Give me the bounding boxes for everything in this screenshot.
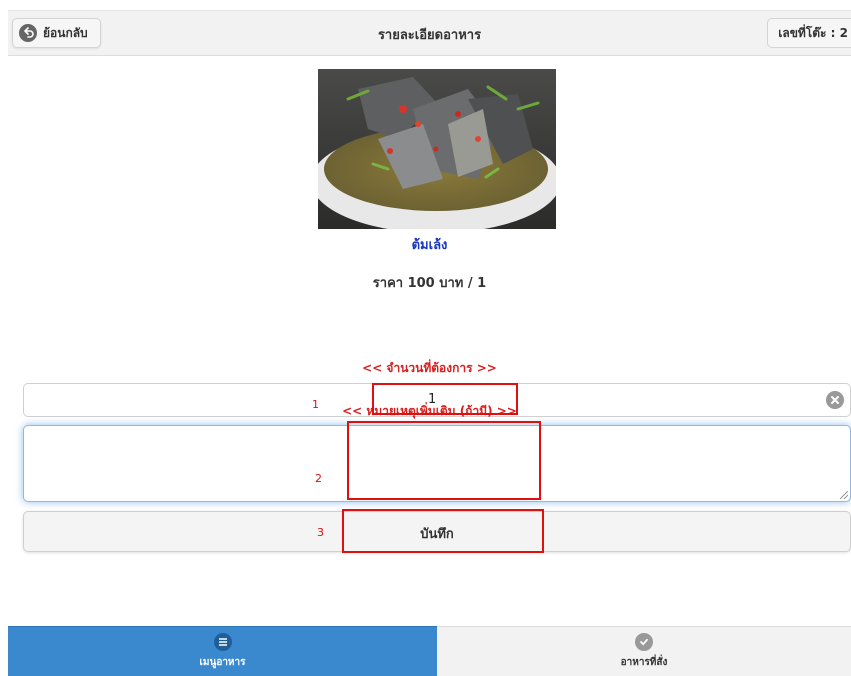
- list-icon: [213, 633, 232, 651]
- header-bar: ย้อนกลับ รายละเอียดอาหาร เลขที่โต๊ะ : 2: [8, 10, 851, 56]
- food-image: [318, 69, 556, 229]
- check-circle-icon: [635, 633, 653, 651]
- tab-orders-label: อาหารที่สั่ง: [620, 657, 668, 668]
- note-label: << หมายเหตุเพิ่มเติม (ถ้ามี) >>: [342, 404, 517, 418]
- callout-number-1: 1: [312, 398, 319, 411]
- food-name: ต้มเล้ง: [411, 238, 448, 253]
- callout-number-2: 2: [315, 472, 322, 485]
- note-textarea[interactable]: [23, 425, 851, 502]
- resize-grip-icon[interactable]: [840, 491, 848, 499]
- tab-menu[interactable]: เมนูอาหาร: [8, 626, 437, 676]
- table-number-label: เลขที่โต๊ะ : 2: [778, 25, 848, 40]
- page: ย้อนกลับ รายละเอียดอาหาร เลขที่โต๊ะ : 2: [8, 0, 851, 676]
- tab-orders[interactable]: อาหารที่สั่ง: [437, 626, 851, 676]
- tab-menu-label: เมนูอาหาร: [199, 657, 246, 668]
- footer-nav: เมนูอาหาร อาหารที่สั่ง: [8, 626, 851, 676]
- table-number-button[interactable]: เลขที่โต๊ะ : 2: [767, 18, 851, 48]
- callout-number-3: 3: [317, 526, 324, 539]
- food-price: ราคา 100 บาท / 1: [372, 276, 487, 291]
- save-button-label: บันทึก: [420, 527, 454, 542]
- save-button[interactable]: บันทึก: [23, 511, 851, 552]
- page-title: รายละเอียดอาหาร: [377, 28, 482, 43]
- quantity-label: << จำนวนที่ต้องการ >>: [362, 361, 497, 375]
